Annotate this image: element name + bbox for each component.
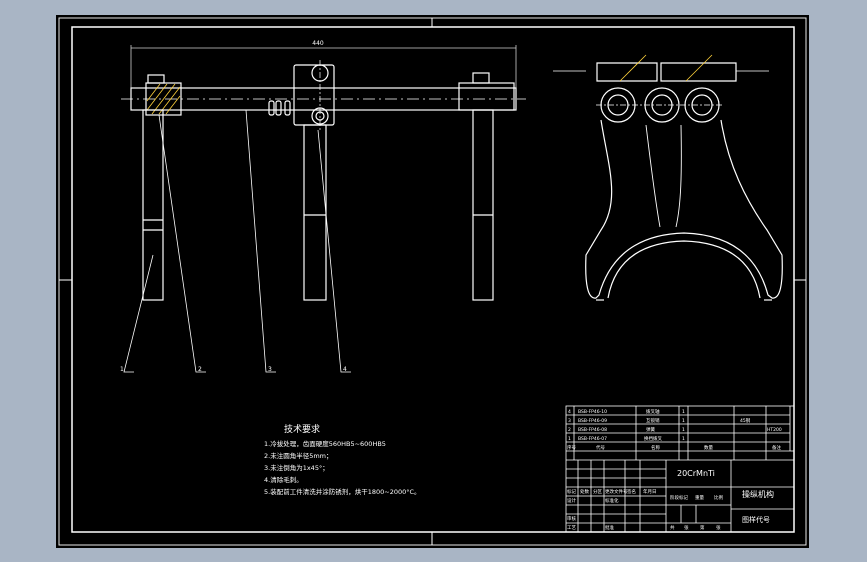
rail-right-boss (458, 82, 515, 111)
part-3-qty: 1 (682, 418, 685, 424)
part-2-qty: 1 (682, 427, 685, 433)
balloon-3: 3 (268, 366, 272, 373)
part-2-name: 弹簧 (646, 426, 655, 433)
detent-cap-right (472, 72, 490, 84)
header-note: 备注 (772, 444, 781, 451)
part-3-no: 3 (568, 418, 571, 424)
detent-cap-left (147, 74, 165, 84)
fork-rib-2 (675, 124, 682, 228)
front-view: 440 1 2 3 4 (120, 40, 526, 373)
part-1-no: 1 (568, 436, 571, 442)
sheet-current-prefix: 第 (700, 524, 705, 531)
drawing-name: 操纵机构 (742, 489, 774, 499)
fork-inner-arc (607, 240, 761, 299)
drawing-code: 图样代号 (742, 515, 770, 524)
scale-label: 比例 (714, 494, 723, 501)
fork-2-leg (303, 124, 327, 301)
side-view (553, 54, 783, 301)
dimension-label: 440 (312, 40, 324, 47)
side-block-left (596, 62, 658, 82)
part-1-qty: 1 (682, 436, 685, 442)
drawing-canvas: 440 1 2 3 4 技术要求 1.冷拔处理，齿面硬度560HB5~600HB… (58, 17, 807, 546)
drawing-sheet: 440 1 2 3 4 技术要求 1.冷拔处理，齿面硬度560HB5~600HB… (56, 15, 809, 548)
leader-lines (123, 109, 351, 373)
part-3-name: 互锁销 (646, 417, 660, 424)
fork-rib-1 (645, 124, 661, 228)
part-4-no: 4 (568, 409, 571, 415)
note-item-3: 3.未注倒角为1x45°； (264, 463, 329, 472)
balloon-4: 4 (343, 366, 347, 373)
side-block-right (660, 62, 737, 82)
part-4-code: BSB-FP46-10 (578, 409, 607, 415)
note-item-1: 1.冷拔处理，齿面硬度560HB5~600HB5 (264, 439, 386, 448)
part-3-code: BSB-FP46-09 (578, 418, 607, 424)
part-3-note: 45钢 (740, 417, 751, 424)
part-1-name: 换挡拨叉 (644, 435, 662, 442)
sign-date: 年月日 (643, 488, 657, 495)
note-item-5: 5.装配前工件清洗并涂防锈剂，烘干1800~2000°C。 (264, 487, 421, 496)
outer-frame (58, 17, 807, 546)
part-1-note: HT200 (767, 427, 782, 433)
approve-label: 批准 (605, 524, 614, 531)
part-4-name: 拨叉轴 (646, 408, 660, 415)
title-block-text: 4 BSB-FP46-10 拨叉轴 1 3 BSB-FP46-09 互锁销 1 … (567, 408, 782, 531)
sign-zone: 分区 (593, 488, 602, 495)
note-item-4: 4.清除毛刺。 (264, 475, 303, 484)
fork-3-leg (472, 109, 494, 301)
viewport: 440 1 2 3 4 技术要求 1.冷拔处理，齿面硬度560HB5~600HB… (0, 0, 867, 562)
header-name: 名称 (651, 444, 660, 451)
note-item-2: 2.未注圆角半径5mm； (264, 451, 333, 460)
detent-ball-1 (268, 100, 275, 116)
header-qty: 数量 (704, 444, 713, 451)
sheet-current-suffix: 张 (716, 524, 721, 531)
standard-label: 标准化 (605, 497, 619, 504)
material: 20CrMnTi (677, 469, 715, 478)
balloon-1: 1 (120, 366, 124, 373)
process-label: 工艺 (567, 525, 576, 531)
part-1-code: BSB-FP46-07 (578, 436, 607, 442)
side-hatch-1 (619, 54, 647, 82)
part-2-code: BSB-FP46-08 (578, 427, 607, 433)
part-4-qty: 1 (682, 409, 685, 415)
balloon-2: 2 (198, 366, 202, 373)
header-no: 序号 (567, 444, 576, 451)
fork-outline (585, 119, 783, 299)
stage-mark-label: 阶段标记 (670, 494, 688, 501)
weight-label: 重量 (695, 494, 704, 501)
header-code: 代号 (596, 444, 605, 451)
fork-1-leg (142, 109, 164, 301)
notes-title: 技术要求 (284, 423, 320, 435)
sign-mark: 标记 (567, 488, 576, 495)
detent-ball-3 (284, 100, 291, 116)
sheet-total-prefix: 共 (670, 524, 675, 531)
part-2-no: 2 (568, 427, 571, 433)
side-hatch-2 (685, 54, 713, 82)
review-label: 审核 (567, 515, 576, 522)
technical-notes: 技术要求 1.冷拔处理，齿面硬度560HB5~600HB5 2.未注圆角半径5m… (264, 423, 421, 496)
sign-count: 处数 (580, 488, 589, 495)
sign-change-doc: 更改文件号 (605, 488, 628, 495)
sheet-total-suffix: 张 (684, 524, 689, 531)
design-label: 设计 (567, 497, 576, 504)
sign-signature: 签名 (627, 488, 636, 495)
detent-ball-2 (275, 100, 282, 116)
